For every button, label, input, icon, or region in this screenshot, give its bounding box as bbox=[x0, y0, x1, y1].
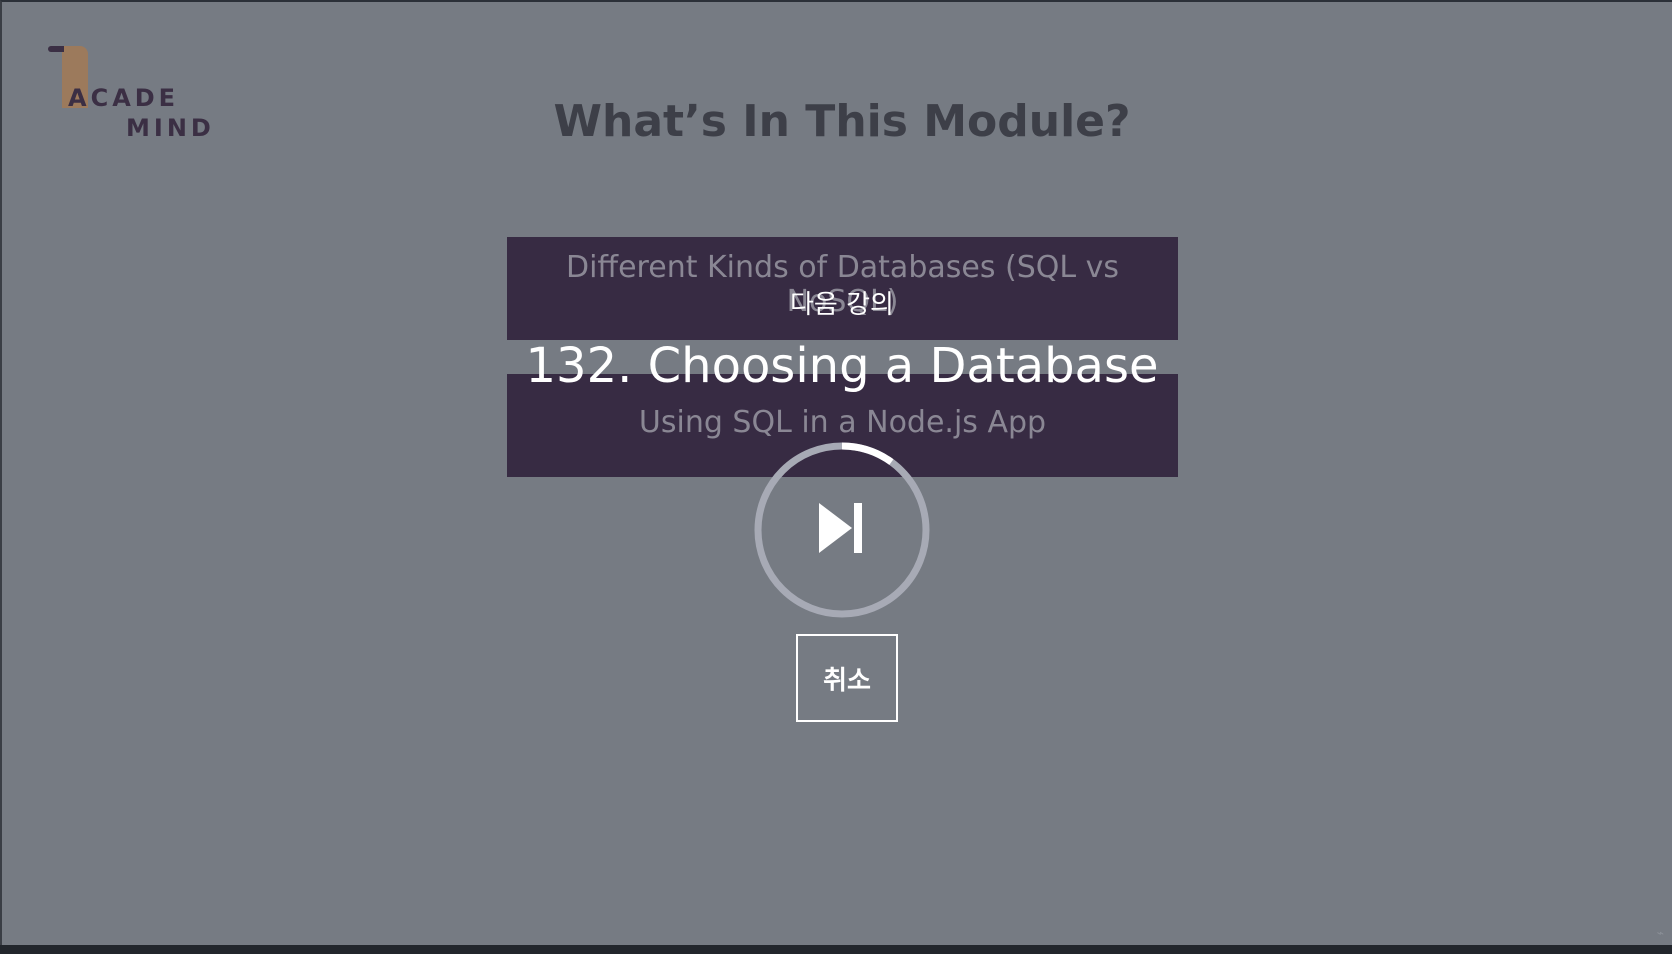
next-lecture-title[interactable]: 132. Choosing a Database bbox=[2, 338, 1672, 394]
autoplay-next-button[interactable] bbox=[751, 439, 933, 621]
video-player[interactable]: ACADE MIND What’s In This Module? Differ… bbox=[0, 0, 1672, 954]
autoplay-progress-ring bbox=[754, 442, 930, 618]
next-lecture-label: 다음 강의 bbox=[790, 290, 894, 320]
udemy-icon: ⌁ bbox=[1656, 926, 1664, 940]
skip-next-icon bbox=[819, 503, 862, 553]
slide-title: What’s In This Module? bbox=[553, 96, 1131, 147]
bottom-strip bbox=[0, 945, 1672, 954]
cancel-button[interactable]: 취소 bbox=[796, 634, 898, 722]
